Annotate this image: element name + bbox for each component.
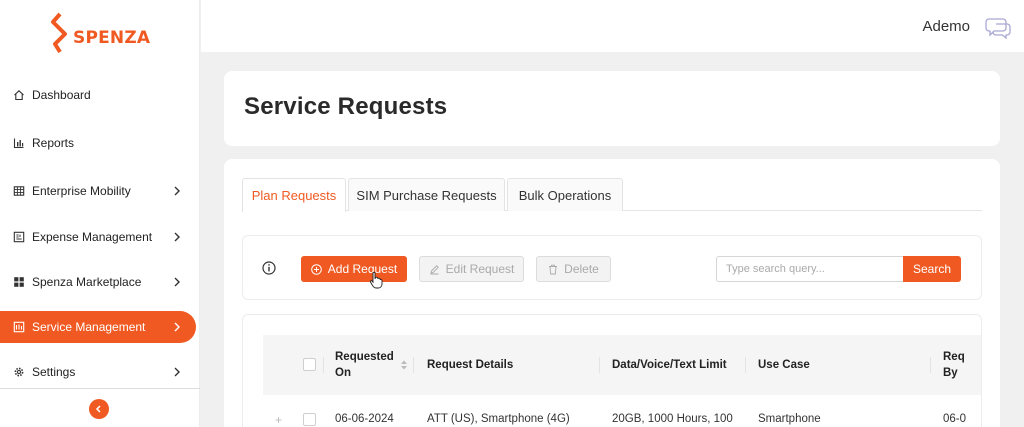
search-input[interactable]: [716, 256, 903, 282]
tab-label: Plan Requests: [251, 188, 337, 203]
column-header-line: By: [943, 367, 958, 379]
tab-bulk-operations[interactable]: Bulk Operations: [507, 178, 623, 211]
add-request-label: Add Request: [327, 262, 398, 276]
chevron-right-icon: [174, 232, 180, 242]
row-checkbox[interactable]: [303, 413, 316, 426]
column-divider: [745, 357, 746, 373]
column-header-requested-on[interactable]: Requested On: [335, 335, 415, 395]
cell-requested-by: 06-0: [943, 413, 967, 425]
tab-label: SIM Purchase Requests: [356, 187, 497, 203]
service-icon: [13, 321, 25, 333]
column-header-label: Request Details: [427, 359, 514, 371]
delete-label: Delete: [564, 262, 599, 276]
page-header-card: Service Requests: [224, 71, 1000, 146]
username[interactable]: Ademo: [922, 18, 970, 35]
column-header-line: Requested: [335, 351, 394, 363]
bar-chart-icon: [13, 137, 25, 149]
cell-request-details: ATT (US), Smartphone (4G): [427, 413, 570, 425]
table-header: Requested On Request Details Data/Voice/…: [263, 335, 981, 395]
delete-button[interactable]: Delete: [536, 256, 611, 282]
sidebar-item-settings[interactable]: Settings: [0, 356, 196, 388]
column-header-label: Requested On: [335, 349, 394, 381]
action-toolbar: Add Request Edit Request Delete Search: [242, 235, 982, 300]
chat-bubbles-icon[interactable]: [984, 15, 1012, 39]
sidebar-item-label: Spenza Marketplace: [32, 275, 142, 289]
sidebar-item-spenza-marketplace[interactable]: Spenza Marketplace: [0, 266, 196, 298]
cell-requested-on: 06-06-2024: [335, 413, 394, 425]
tab-sim-purchase-requests[interactable]: SIM Purchase Requests: [348, 178, 505, 211]
sidebar-item-enterprise-mobility[interactable]: Enterprise Mobility: [0, 175, 196, 207]
sidebar-item-label: Dashboard: [32, 88, 91, 102]
chevron-right-icon: [174, 186, 180, 196]
gear-icon: [13, 366, 25, 378]
column-header-line: On: [335, 367, 351, 379]
sidebar-divider: [0, 388, 200, 389]
chevron-right-icon: [174, 277, 180, 287]
column-divider: [599, 357, 600, 373]
cell-limit: 20GB, 1000 Hours, 100: [612, 413, 733, 425]
column-header-request-details: Request Details: [427, 335, 597, 395]
column-header-data-voice-text-limit: Data/Voice/Text Limit: [612, 335, 747, 395]
brand-name: SPENZA: [73, 28, 151, 48]
edit-request-label: Edit Request: [445, 262, 515, 276]
add-request-button[interactable]: Add Request: [301, 256, 407, 282]
column-divider: [323, 357, 324, 373]
sidebar-item-label: Service Management: [32, 320, 146, 334]
sidebar-item-label: Settings: [32, 365, 76, 379]
chevron-right-icon: [174, 322, 180, 332]
apps-icon: [13, 276, 25, 288]
plus-circle-icon: [310, 263, 322, 275]
expand-row-icon[interactable]: +: [275, 413, 282, 427]
receipt-icon: [13, 231, 25, 243]
column-divider: [413, 357, 414, 373]
service-requests-panel: Plan Requests SIM Purchase Requests Bulk…: [224, 159, 1000, 427]
column-header-line: Req: [943, 351, 965, 363]
page-title: Service Requests: [244, 93, 448, 120]
sidebar: SPENZA Dashboard Reports Enterprise Mobi…: [0, 0, 200, 427]
tab-plan-requests[interactable]: Plan Requests: [242, 178, 346, 212]
spenza-logo[interactable]: SPENZA: [50, 12, 150, 54]
home-icon: [13, 89, 25, 101]
search-button[interactable]: Search: [903, 256, 961, 282]
tab-label: Bulk Operations: [518, 187, 612, 203]
chevron-right-icon: [174, 367, 180, 377]
sidebar-item-label: Enterprise Mobility: [32, 184, 131, 198]
column-header-label: Data/Voice/Text Limit: [612, 359, 727, 371]
sidebar-item-dashboard[interactable]: Dashboard: [0, 79, 196, 111]
column-header-requested-by: Req By: [943, 335, 981, 395]
requests-table: Requested On Request Details Data/Voice/…: [242, 314, 982, 427]
tab-bar: Plan Requests SIM Purchase Requests Bulk…: [242, 178, 982, 212]
sidebar-item-reports[interactable]: Reports: [0, 127, 196, 159]
column-divider: [930, 357, 931, 373]
select-all-checkbox[interactable]: [303, 358, 316, 371]
trash-icon: [548, 264, 558, 275]
column-header-use-case: Use Case: [758, 335, 928, 395]
sidebar-item-service-management[interactable]: Service Management: [0, 311, 196, 343]
sort-icon[interactable]: [400, 359, 408, 371]
collapse-sidebar-button[interactable]: [89, 399, 109, 419]
sidebar-item-label: Reports: [32, 136, 75, 150]
cell-use-case: Smartphone: [758, 413, 821, 425]
edit-request-button[interactable]: Edit Request: [419, 256, 524, 282]
sidebar-item-expense-management[interactable]: Expense Management: [0, 221, 196, 253]
info-icon[interactable]: [262, 261, 276, 275]
search-button-label: Search: [912, 262, 952, 276]
spenza-logo-mark-icon: [51, 12, 67, 54]
column-header-label: Req By: [943, 349, 965, 381]
chevron-left-icon: [95, 405, 101, 413]
column-header-label: Use Case: [758, 359, 810, 371]
grid-icon: [13, 185, 25, 197]
sidebar-item-label: Expense Management: [32, 230, 153, 244]
top-bar: Ademo: [201, 0, 1024, 52]
pencil-icon: [429, 264, 440, 275]
